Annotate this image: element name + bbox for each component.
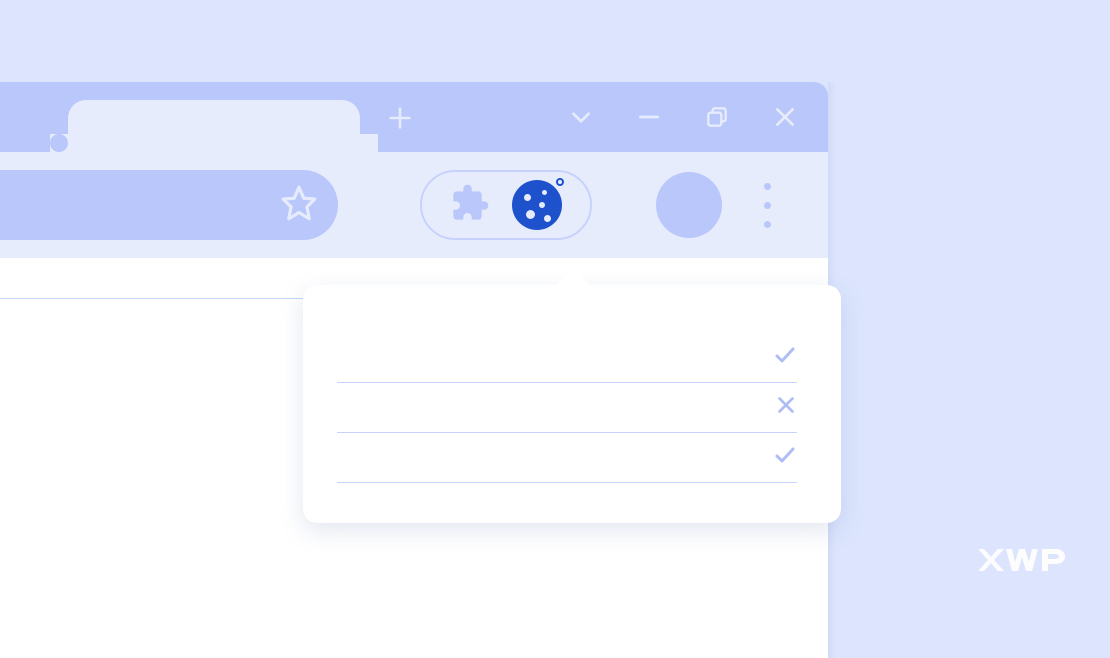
tabs-dropdown-icon[interactable] [568,104,594,135]
popup-row[interactable] [337,383,797,433]
extension-popup [303,285,841,523]
close-button[interactable] [772,104,798,135]
new-tab-button[interactable] [386,104,414,137]
cookie-extension-icon[interactable] [512,180,562,230]
xwp-logo [978,545,1070,580]
restore-button[interactable] [704,104,730,135]
cross-icon [775,394,797,421]
tab-strip [0,82,828,152]
bookmark-star-icon[interactable] [280,184,318,227]
check-icon [773,443,797,472]
extensions-icon[interactable] [450,183,490,228]
browser-menu-button[interactable] [764,183,771,228]
check-icon [773,343,797,372]
address-bar[interactable] [0,170,338,240]
active-tab[interactable] [68,100,360,152]
profile-avatar[interactable] [656,172,722,238]
popup-row[interactable] [337,433,797,483]
minimize-button[interactable] [636,104,662,135]
extensions-pill [420,170,592,240]
popup-row[interactable] [337,333,797,383]
toolbar [0,152,828,258]
